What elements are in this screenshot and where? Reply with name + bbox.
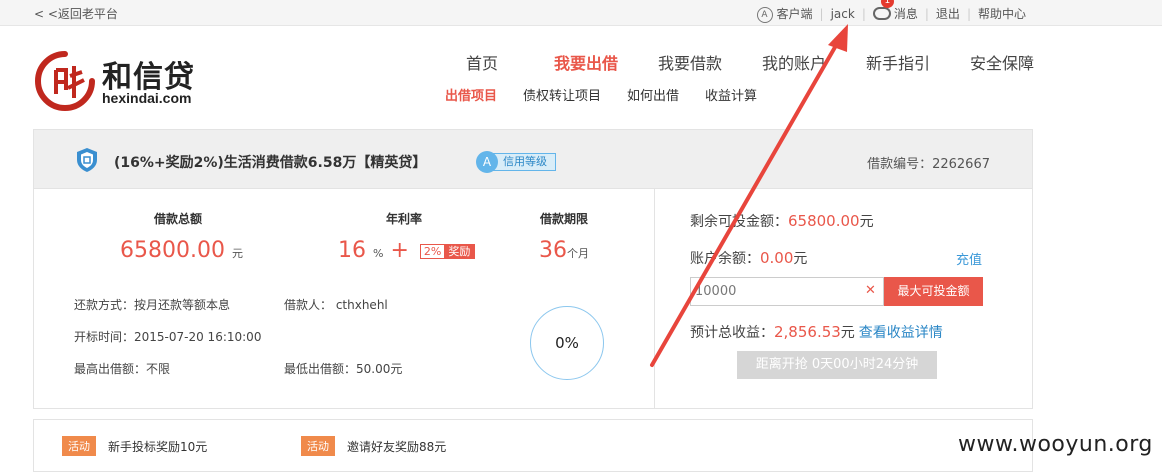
total-amount-value: 65800.00 (120, 238, 225, 263)
top-bar: < <返回老平台 A 客户端 | jack | 1 消息 | 退出 | 帮助中心 (0, 0, 1162, 26)
separator: | (966, 6, 971, 21)
bonus-rate-tag: 2% 奖励 (419, 243, 476, 259)
loan-number: 借款编号：2262667 (867, 157, 990, 172)
bonus-rate-value: 2% (420, 244, 445, 258)
expected-income-value: 2,856.53 (774, 323, 841, 341)
site-logo[interactable]: 和信贷 hexindai.com (34, 44, 234, 112)
chat-bubble-icon (872, 7, 891, 20)
top-bar-right: A 客户端 | jack | 1 消息 | 退出 | 帮助中心 (756, 0, 1026, 23)
shield-icon (77, 148, 97, 172)
nav-item[interactable]: 新手指引 (846, 50, 950, 74)
separator: | (861, 6, 866, 21)
loan-header: (16%+奖励2%)生活消费借款6.58万【精英贷】 A 信用等级 借款编号：2… (34, 130, 1032, 189)
expected-income-label: 预计总收益： (690, 325, 774, 341)
main-nav: 首页 我要出借 我要借款 我的账户 新手指引 安全保障 (430, 50, 1054, 74)
total-amount-label: 借款总额 (154, 212, 203, 226)
rate-plus-sign: + (390, 238, 409, 263)
max-invest-button[interactable]: 最大可投金额 (884, 277, 983, 306)
nav-item[interactable]: 首页 (430, 50, 534, 74)
countdown-button: 距离开抢 0天00小时24分钟 (737, 351, 937, 379)
nav-item[interactable]: 我的账户 (742, 50, 846, 74)
subnav-item[interactable]: 出借项目 (445, 85, 497, 104)
activity-item[interactable]: 活动 新手投标奖励10元 (62, 436, 207, 456)
app-store-icon: A (756, 6, 773, 23)
activity-bar: 活动 新手投标奖励10元 活动 邀请好友奖励88元 (33, 419, 1033, 472)
nav-item[interactable]: 安全保障 (950, 50, 1054, 74)
logout-link[interactable]: 退出 (936, 5, 960, 22)
funding-progress-circle: 0% (530, 306, 604, 380)
invest-amount-input[interactable]: 10000 (690, 277, 884, 306)
expected-income-unit: 元 (840, 325, 855, 341)
total-amount-unit: 元 (231, 247, 243, 260)
expected-income: 预计总收益：2,856.53元 查看收益详情 (690, 322, 943, 342)
remaining-amount: 剩余可投金额：65800.00元 (690, 211, 874, 231)
activity-text: 邀请好友奖励88元 (347, 439, 447, 454)
income-details-link[interactable]: 查看收益详情 (859, 325, 943, 341)
subnav-item[interactable]: 收益计算 (705, 85, 757, 104)
credit-grade-badge[interactable]: A 信用等级 (476, 151, 556, 173)
loan-term: 36个月 (539, 238, 589, 263)
loan-term-value: 36 (539, 238, 567, 263)
separator: | (924, 6, 929, 21)
activity-item[interactable]: 活动 邀请好友奖励88元 (301, 436, 446, 456)
subnav-item[interactable]: 债权转让项目 (523, 85, 601, 104)
activity-tag: 活动 (62, 436, 96, 456)
client-link[interactable]: 客户端 (777, 5, 813, 22)
loan-term-unit: 个月 (567, 247, 589, 260)
repay-method: 还款方式：按月还款等额本息 (74, 298, 231, 312)
account-balance-unit: 元 (793, 251, 808, 267)
loan-title: (16%+奖励2%)生活消费借款6.58万【精英贷】 (114, 155, 427, 171)
account-balance-label: 账户余额： (690, 251, 760, 267)
panel-divider (654, 189, 655, 408)
activity-tag: 活动 (301, 436, 335, 456)
min-bid: 最低出借额：50.00元 (284, 362, 403, 376)
credit-grade: A (476, 151, 498, 173)
remaining-amount-unit: 元 (859, 214, 874, 230)
bonus-rate-label: 奖励 (444, 244, 475, 258)
arrow-head (828, 24, 848, 52)
max-bid: 最高出借额：不限 (74, 362, 171, 376)
credit-grade-label: 信用等级 (492, 153, 556, 171)
messages-label: 消息 (893, 7, 918, 21)
account-balance: 账户余额：0.00元 (690, 248, 807, 268)
clear-input-icon[interactable]: ✕ (865, 283, 876, 298)
borrower: 借款人： cthxhehl (284, 298, 388, 312)
loan-term-label: 借款期限 (540, 212, 589, 226)
annual-rate-value: 16 (338, 238, 366, 263)
subnav-item[interactable]: 如何出借 (627, 85, 679, 104)
recharge-link[interactable]: 充值 (956, 249, 982, 268)
help-center-link[interactable]: 帮助中心 (978, 5, 1026, 22)
back-to-old-platform-link[interactable]: < <返回老平台 (34, 5, 118, 22)
logo-domain: hexindai.com (102, 90, 192, 106)
watermark-text: www.wooyun.org (958, 432, 1153, 457)
username-link[interactable]: jack (831, 7, 855, 21)
logo-mark-icon (35, 51, 95, 111)
total-amount: 65800.00 元 (120, 238, 243, 263)
nav-item[interactable]: 我要借款 (638, 50, 742, 74)
loan-detail-panel: (16%+奖励2%)生活消费借款6.58万【精英贷】 A 信用等级 借款编号：2… (33, 129, 1033, 409)
separator: | (819, 6, 824, 21)
account-balance-value: 0.00 (760, 249, 794, 267)
sub-nav: 出借项目 债权转让项目 如何出借 收益计算 (445, 85, 783, 104)
activity-text: 新手投标奖励10元 (108, 439, 208, 454)
message-count-badge: 1 (880, 0, 894, 8)
remaining-amount-value: 65800.00 (788, 212, 860, 230)
open-time: 开标时间：2015-07-20 16:10:00 (74, 330, 262, 344)
remaining-amount-label: 剩余可投金额： (690, 214, 788, 230)
annual-rate-unit: % (373, 247, 384, 260)
nav-item[interactable]: 我要出借 (534, 50, 638, 74)
annual-rate-label: 年利率 (386, 212, 423, 226)
messages-link[interactable]: 1 消息 (872, 0, 918, 22)
annual-rate: 16 % + 2% 奖励 (338, 238, 476, 263)
